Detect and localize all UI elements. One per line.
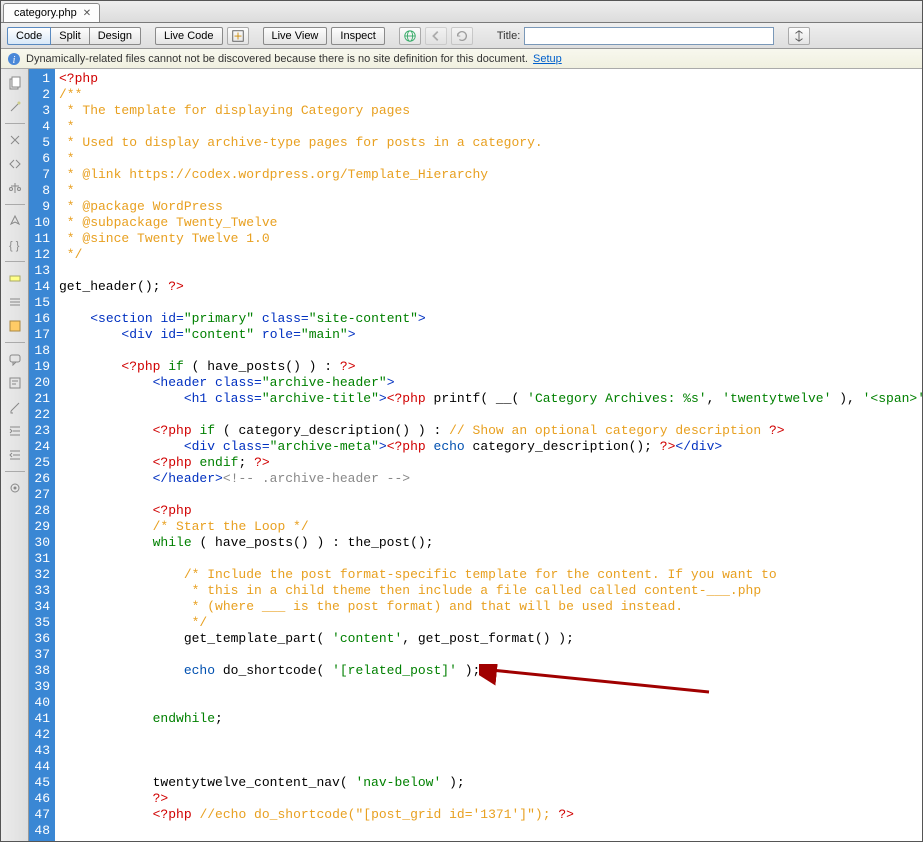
svg-text:{ }: { } xyxy=(9,240,20,252)
inspect-button[interactable]: Inspect xyxy=(331,27,384,45)
setup-link[interactable]: Setup xyxy=(533,53,562,65)
comment-icon[interactable] xyxy=(5,349,25,369)
info-text: Dynamically-related files cannot not be … xyxy=(26,53,528,65)
pane-icon[interactable] xyxy=(5,316,25,336)
tab-bar: category.php ✕ xyxy=(1,1,922,23)
title-label: Title: xyxy=(497,30,520,42)
highlight-icon[interactable] xyxy=(5,268,25,288)
lines-icon[interactable] xyxy=(5,292,25,312)
back-icon[interactable] xyxy=(425,27,447,45)
braces-icon[interactable]: { } xyxy=(5,235,25,255)
sync-icon[interactable] xyxy=(788,27,810,45)
refresh-icon[interactable] xyxy=(451,27,473,45)
live-code-button[interactable]: Live Code xyxy=(155,27,223,45)
nav-icon[interactable] xyxy=(5,211,25,231)
settings-icon[interactable] xyxy=(5,478,25,498)
split-view-button[interactable]: Split xyxy=(51,27,89,45)
line-numbers: 1234567891011121314151617181920212223242… xyxy=(29,69,55,841)
outdent-icon[interactable] xyxy=(5,445,25,465)
toolbar: Code Split Design Live Code Live View In… xyxy=(1,23,922,49)
balance-icon[interactable] xyxy=(5,178,25,198)
code-view-button[interactable]: Code xyxy=(7,27,51,45)
snippets-icon[interactable] xyxy=(5,373,25,393)
design-view-button[interactable]: Design xyxy=(90,27,141,45)
svg-text:i: i xyxy=(13,55,16,66)
info-bar: i Dynamically-related files cannot not b… xyxy=(1,49,922,69)
collapse-icon[interactable] xyxy=(5,130,25,150)
info-icon: i xyxy=(7,52,21,66)
close-icon[interactable]: ✕ xyxy=(83,8,91,19)
wand-icon[interactable] xyxy=(5,97,25,117)
title-input[interactable] xyxy=(524,27,774,45)
code-editor[interactable]: 1234567891011121314151617181920212223242… xyxy=(29,69,922,841)
side-toolbar: { } xyxy=(1,69,29,841)
tab-label: category.php xyxy=(14,7,77,19)
edit-icon[interactable] xyxy=(5,397,25,417)
live-code-options-icon[interactable] xyxy=(227,27,249,45)
open-docs-icon[interactable] xyxy=(5,73,25,93)
code-body[interactable]: <?php/** * The template for displaying C… xyxy=(55,69,922,841)
live-view-button[interactable]: Live View xyxy=(263,27,328,45)
expand-icon[interactable] xyxy=(5,154,25,174)
globe-icon[interactable] xyxy=(399,27,421,45)
tab-category-php[interactable]: category.php ✕ xyxy=(3,3,100,22)
indent-icon[interactable] xyxy=(5,421,25,441)
